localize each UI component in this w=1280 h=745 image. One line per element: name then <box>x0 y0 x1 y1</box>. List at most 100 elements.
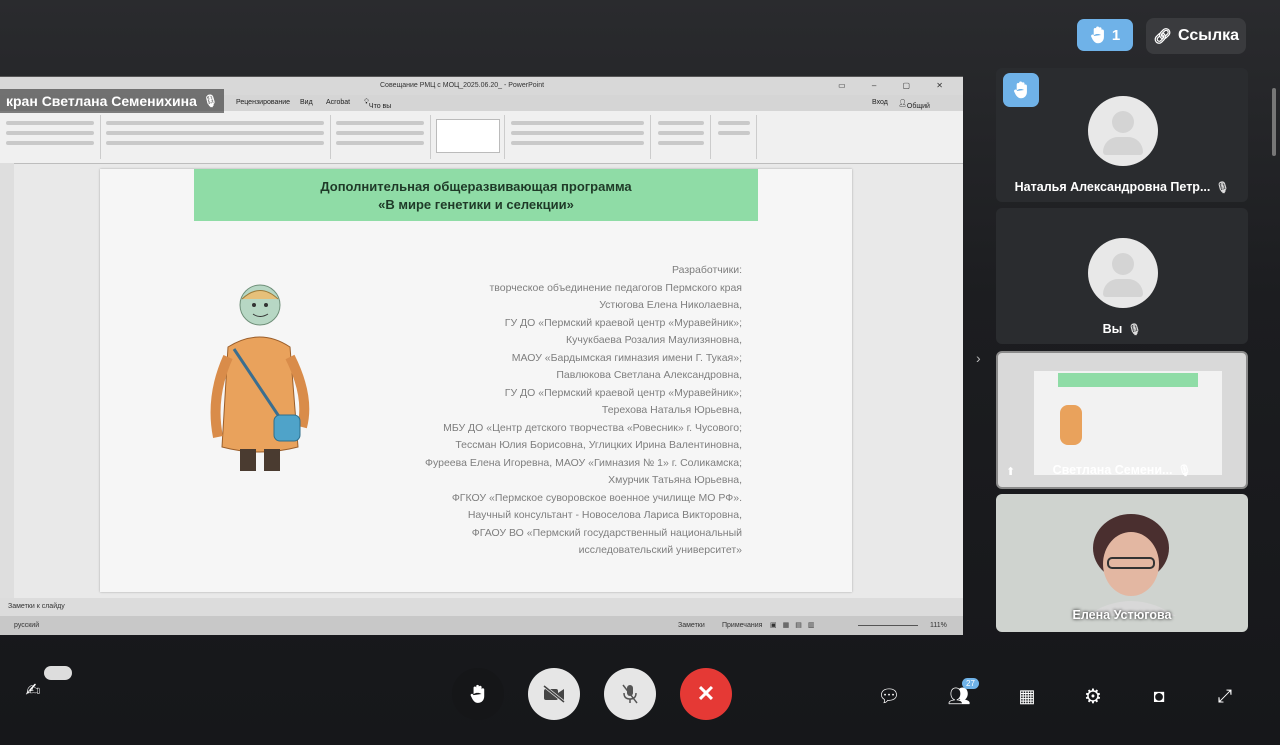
participant-video-feed <box>1086 514 1176 616</box>
participant-name: Вы 🎙︎ <box>1102 322 1142 336</box>
zoom-slider[interactable] <box>858 625 918 626</box>
participants-scrollbar[interactable] <box>1272 88 1276 156</box>
zoom-level: 111% <box>930 622 947 629</box>
authors-line: творческое объединение педагогов Пермско… <box>489 281 742 294</box>
close-icon: ✕ <box>696 681 716 706</box>
mic-off-icon: 🎙︎ <box>1177 464 1192 477</box>
chat-button[interactable]: 💬︎ <box>876 684 902 708</box>
menu-view[interactable]: Вид <box>300 99 313 106</box>
preview-figure <box>1060 405 1082 445</box>
authors-line: МАОУ «Бардымская гимназия имени Г. Тукая… <box>511 351 742 364</box>
authors-line: Научный консультант - Новоселова Лариса … <box>467 509 742 521</box>
participants-count-badge: 27 <box>962 678 979 689</box>
authors-line: Фуреева Елена Игоревна, МАОУ «Гимназия №… <box>424 456 742 469</box>
authors-line: ГУ ДО «Пермский краевой центр «Муравейни… <box>504 316 742 329</box>
link-icon: 🔗︎ <box>1152 28 1173 45</box>
raised-hands-count: 1 <box>1111 26 1121 44</box>
ribbon-group-paragraph <box>330 115 431 159</box>
raised-hand-icon <box>1014 81 1027 99</box>
layout-grid-button[interactable]: ▦ <box>1014 684 1040 708</box>
character-illustration <box>210 284 310 471</box>
reactions-badge[interactable] <box>44 666 72 680</box>
authors-line: ФГАОУ ВО «Пермский государственный нацио… <box>471 526 742 539</box>
gear-icon: ⚙︎ <box>1084 685 1102 708</box>
copy-link-button[interactable]: 🔗︎ Ссылка <box>1146 18 1246 54</box>
preview-banner <box>1058 373 1198 387</box>
slide-authors-text: Разработчики: творческое объединение пед… <box>340 262 742 560</box>
avatar <box>1088 96 1158 166</box>
menu-acrobat[interactable]: Acrobat <box>326 99 350 106</box>
whiteboard-button[interactable]: ✍︎ <box>18 678 48 702</box>
participant-name: Наталья Александровна Петр... 🎙︎ <box>1014 180 1230 194</box>
pip-icon: ◘ <box>1153 685 1165 706</box>
authors-line: Павлюкова Светлана Александровна, <box>556 369 742 381</box>
authors-line: Устюгова Елена Николаевна, <box>599 299 742 311</box>
ribbon-group-font <box>100 115 331 159</box>
mic-off-icon: 🎙︎ <box>202 94 219 108</box>
shared-screen: Совещание РМЦ с МОЦ_2025.06.20_ - PowerP… <box>0 76 963 635</box>
raised-hand-badge <box>1003 73 1039 107</box>
grid-icon: ▦ <box>1018 685 1036 706</box>
status-notes-toggle[interactable]: Заметки <box>678 622 705 629</box>
chevron-right-icon[interactable]: › <box>976 350 981 366</box>
screen-preview <box>1034 371 1222 475</box>
view-buttons[interactable]: ▣▦▤▥ <box>770 621 820 629</box>
raise-hand-button[interactable] <box>452 668 504 720</box>
status-language: русский <box>14 622 40 629</box>
slide-title-banner: Дополнительная общеразвивающая программа… <box>194 169 758 221</box>
pin-icon[interactable]: ⬆︎ <box>1006 465 1015 478</box>
participant-tile-screen-share[interactable]: Светлана Семени... 🎙︎ ⬆︎ <box>996 351 1248 489</box>
ppt-notes-pane[interactable]: Заметки к слайду <box>0 598 963 616</box>
mic-off-icon: 🎙︎ <box>1127 323 1142 336</box>
mic-off-icon: 🎙︎ <box>1215 181 1230 194</box>
authors-line: Разработчики: <box>671 264 742 276</box>
mic-off-icon <box>622 684 638 704</box>
ribbon-group-slides <box>0 115 101 159</box>
signin-link[interactable]: Вход <box>872 99 888 106</box>
participant-tile-self[interactable]: Вы 🎙︎ <box>996 208 1248 344</box>
ppt-window-title: Совещание РМЦ с МОЦ_2025.06.20_ - PowerP… <box>380 82 545 89</box>
picture-in-picture-button[interactable]: ◘ <box>1146 684 1172 708</box>
signature-icon: ✍︎ <box>25 679 41 700</box>
camera-toggle-button[interactable] <box>528 668 580 720</box>
participant-name: Елена Устюгова <box>1072 608 1172 622</box>
ppt-thumbnail-strip <box>0 163 14 613</box>
avatar <box>1088 238 1158 308</box>
ribbon-group-editing <box>652 115 711 159</box>
ppt-ribbon <box>0 111 963 164</box>
status-comments-toggle[interactable]: Примечания <box>722 622 762 629</box>
camera-off-icon <box>543 685 565 703</box>
ribbon-shapes-gallery[interactable] <box>432 115 505 159</box>
participants-button[interactable]: 👥︎ 27 <box>944 678 979 708</box>
ribbon-group-acrobat <box>712 115 757 159</box>
end-call-button[interactable]: ✕ <box>680 668 732 720</box>
authors-line: Терехова Наталья Юрьевна, <box>601 404 742 416</box>
authors-line: Тессман Юлия Борисовна, Углицких Ирина В… <box>455 439 742 451</box>
notes-label: Заметки к слайду <box>8 603 65 610</box>
presenter-label: кран Светлана Семенихина 🎙︎ <box>0 89 225 113</box>
authors-line: МБУ ДО «Центр детского творчества «Ровес… <box>443 421 742 434</box>
slide-title-line1: Дополнительная общеразвивающая программа <box>320 179 632 194</box>
ppt-status-bar: русский Заметки Примечания ▣▦▤▥ 111% <box>0 616 963 635</box>
raised-hand-icon <box>1090 26 1104 44</box>
chat-bubble-icon: 💬︎ <box>877 685 901 706</box>
raised-hands-counter[interactable]: 1 <box>1077 19 1133 51</box>
expand-icon: ⤢ <box>1217 685 1233 706</box>
slide-canvas: Дополнительная общеразвивающая программа… <box>100 169 852 592</box>
mic-toggle-button[interactable] <box>604 668 656 720</box>
window-controls: ▭ – ▢ ✕ <box>838 81 955 90</box>
video-conference-app: 1 🔗︎ Ссылка Совещание РМЦ с МОЦ_2025.06.… <box>0 0 1280 745</box>
fullscreen-button[interactable]: ⤢ <box>1212 684 1238 708</box>
participant-tile-video[interactable]: Елена Устюгова <box>996 494 1248 632</box>
authors-line: исследовательский университет» <box>578 544 742 556</box>
share-link[interactable]: 👤︎ Общий доступ <box>898 99 930 117</box>
slide-title-line2: «В мире генетики и селекции» <box>378 197 574 212</box>
authors-line: ГУ ДО «Пермский краевой центр «Муравейни… <box>504 386 742 399</box>
tell-me-search[interactable]: 💡︎ Что вы хотите сделать? <box>364 99 399 124</box>
authors-line: Хмурчик Татьяна Юрьевна, <box>608 474 742 486</box>
settings-button[interactable]: ⚙︎ <box>1080 684 1106 708</box>
participant-name: Светлана Семени... 🎙︎ <box>1052 463 1192 477</box>
authors-line: ФГКОУ «Пермское суворовское военное учил… <box>451 491 742 504</box>
raised-hand-icon <box>470 684 485 703</box>
menu-review[interactable]: Рецензирование <box>236 99 290 106</box>
